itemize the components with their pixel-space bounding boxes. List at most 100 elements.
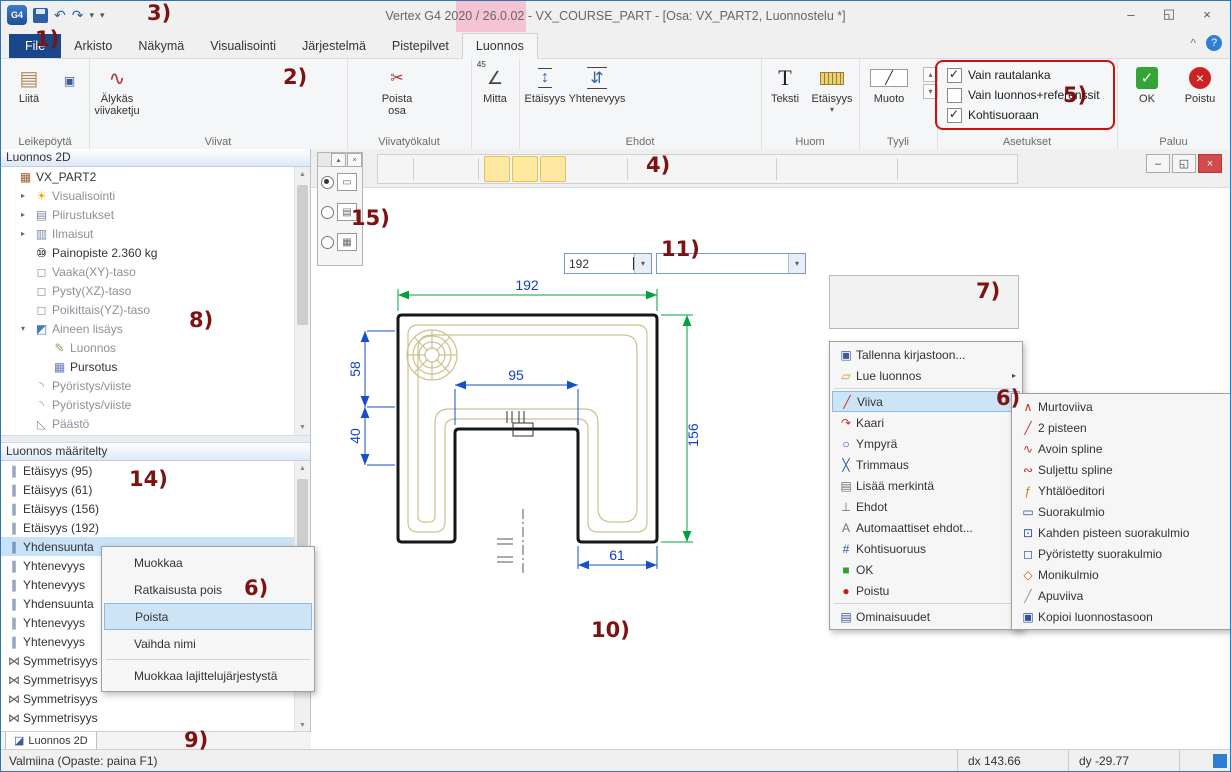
context-item-ratkaisusta-pois[interactable]: Ratkaisusta pois bbox=[104, 576, 312, 603]
help-icon[interactable]: ? bbox=[1206, 35, 1222, 51]
expand-arrow-icon[interactable]: ▸ bbox=[21, 191, 33, 200]
expand-arrow-icon[interactable]: ▸ bbox=[21, 210, 33, 219]
shape-button[interactable]: ╱ Muoto bbox=[861, 61, 917, 133]
menu-circle[interactable]: ○ Ympyrä ▸ bbox=[832, 433, 1020, 454]
redo-dropdown-icon[interactable]: ▾ bbox=[89, 10, 94, 21]
vertical-constraint-icon[interactable] bbox=[715, 85, 736, 104]
context-item-muokkaa[interactable]: Muokkaa bbox=[104, 549, 312, 576]
text-button[interactable]: T Teksti bbox=[763, 61, 807, 133]
text-frame-icon[interactable] bbox=[959, 156, 985, 182]
print-icon[interactable] bbox=[838, 156, 864, 182]
tab-luonnos[interactable]: Luonnos bbox=[462, 33, 538, 59]
scroll-thumb[interactable] bbox=[297, 185, 308, 325]
sketch-circle-mode-icon[interactable] bbox=[912, 278, 935, 300]
menu-constraints[interactable]: ⊥ Ehdot ▸ bbox=[832, 496, 1020, 517]
tack-left-icon[interactable] bbox=[715, 105, 736, 124]
equal-diameter-icon[interactable] bbox=[671, 105, 692, 124]
submenu-polygon[interactable]: ◇ Monikulmio bbox=[1014, 564, 1231, 585]
tree-item-luonnos[interactable]: ✎ Luonnos bbox=[1, 338, 310, 357]
redo-icon[interactable]: ↷ bbox=[72, 8, 84, 22]
part-outline[interactable] bbox=[398, 315, 657, 542]
concentric-constraint-icon[interactable] bbox=[715, 65, 736, 84]
equal-constraint-icon[interactable] bbox=[649, 85, 670, 104]
menu-add-annotation[interactable]: ▤ Lisää merkintä bbox=[832, 475, 1020, 496]
submenu-closed-spline[interactable]: ∾ Suljettu spline bbox=[1014, 459, 1231, 480]
exit-button[interactable]: × Poistu bbox=[1175, 61, 1225, 133]
snap-cursor-icon[interactable] bbox=[512, 156, 538, 182]
submenu-rounded-rectangle[interactable]: ◻ Pyöristetty suorakulmio bbox=[1014, 543, 1231, 564]
fillet-corner-icon[interactable] bbox=[425, 87, 446, 106]
submenu-polyline[interactable]: ∧ Murtoviiva bbox=[1014, 396, 1231, 417]
delete-dims-icon[interactable] bbox=[866, 156, 892, 182]
tab-jarjestelma[interactable]: Järjestelmä bbox=[289, 34, 379, 58]
two-point-circle-icon[interactable] bbox=[216, 105, 237, 124]
coincidence-button[interactable]: ⇵ Yhtenevyys bbox=[571, 61, 623, 133]
menu-line[interactable]: ╱ Viiva ▸ bbox=[832, 391, 1020, 412]
zoom-fit-icon[interactable] bbox=[419, 156, 445, 182]
view-mode-full-row[interactable]: ▭ bbox=[318, 167, 362, 197]
parallel-constraint-icon[interactable] bbox=[737, 85, 758, 104]
collapse-ribbon-icon[interactable]: ^ bbox=[1190, 36, 1196, 50]
tree-item-aineen-lisays[interactable]: ▾ ◩ Aineen lisäys bbox=[1, 319, 310, 338]
tree-scrollbar[interactable]: ▲ ▼ bbox=[294, 167, 310, 435]
submenu-copy-to-sketch-plane[interactable]: ▣ Kopioi luonnostasoon bbox=[1014, 606, 1231, 627]
context-item-vaihda-nimi[interactable]: Vaihda nimi bbox=[104, 630, 312, 657]
menu-load-sketch[interactable]: ▱ Lue luonnos ▸ bbox=[832, 365, 1020, 386]
menu-auto-constraints[interactable]: A Automaattiset ehdot... bbox=[832, 517, 1020, 538]
tab-visualisointi[interactable]: Visualisointi bbox=[197, 34, 289, 58]
sketch-dim-mode-icon[interactable] bbox=[834, 278, 857, 300]
submenu-two-point[interactable]: ╱ 2 pisteen bbox=[1014, 417, 1231, 438]
center-rectangle-icon[interactable] bbox=[216, 65, 237, 84]
doc-close-button[interactable]: × bbox=[1198, 154, 1222, 173]
ok-button[interactable]: ✓ OK bbox=[1123, 61, 1171, 133]
close-button[interactable]: × bbox=[1188, 1, 1226, 27]
pan-icon[interactable] bbox=[987, 156, 1013, 182]
ruler-icon[interactable] bbox=[447, 156, 473, 182]
distance-constraint-button[interactable]: ↕ Etäisyys bbox=[521, 61, 569, 133]
spline-icon[interactable] bbox=[170, 105, 191, 124]
snap-nearest-icon[interactable] bbox=[484, 156, 510, 182]
up-down-constraint-icon[interactable] bbox=[693, 105, 714, 124]
select-cursor-icon[interactable] bbox=[568, 156, 594, 182]
tangent-constraint-icon[interactable] bbox=[649, 65, 670, 84]
panel-collapse-icon[interactable]: ▴ bbox=[331, 153, 346, 167]
tree-item-ilmaisut[interactable]: ▸ ▥ Ilmaisut bbox=[1, 224, 310, 243]
ellipse-icon[interactable] bbox=[239, 85, 260, 104]
tree-item-visualisointi[interactable]: ▸ ☀ Visualisointi bbox=[1, 186, 310, 205]
tree-item-vx-part2[interactable]: ▦ VX_PART2 bbox=[1, 167, 310, 186]
tree-item-piirustukset[interactable]: ▸ ▤ Piirustukset bbox=[1, 205, 310, 224]
dim-bottom-label[interactable]: 61 bbox=[609, 547, 625, 563]
save-icon[interactable] bbox=[33, 8, 48, 23]
rectangle-icon[interactable] bbox=[170, 65, 191, 84]
submenu-two-point-rectangle[interactable]: ⊡ Kahden pisteen suorakulmio bbox=[1014, 522, 1231, 543]
circle-icon[interactable] bbox=[239, 65, 260, 84]
view-sheet-icon[interactable] bbox=[745, 156, 771, 182]
tree-item-pyoristys-viiste-2[interactable]: ◝ Pyöristys/viiste bbox=[1, 395, 310, 414]
swap-constraint-icon[interactable] bbox=[693, 85, 714, 104]
submenu-rectangle[interactable]: ▭ Suorakulmio bbox=[1014, 501, 1231, 522]
tab-luonnos-2d[interactable]: ◪ Luonnos 2D bbox=[5, 732, 97, 750]
menu-save-to-library[interactable]: ▣ Tallenna kirjastoon... bbox=[832, 344, 1020, 365]
wave-icon[interactable] bbox=[239, 105, 260, 124]
feature-list-icon[interactable] bbox=[782, 156, 808, 182]
angle-line-icon[interactable] bbox=[147, 105, 168, 124]
restore-button[interactable]: ◱ bbox=[1150, 1, 1188, 27]
copy-view-icon[interactable] bbox=[810, 156, 836, 182]
radio-unselected[interactable] bbox=[321, 236, 334, 249]
sketch-canvas[interactable]: 192 156 95 58 40 61 bbox=[347, 267, 867, 612]
sketch-settings-gear-icon[interactable] bbox=[834, 304, 858, 326]
tack-right-icon[interactable] bbox=[737, 105, 758, 124]
doc-restore-button[interactable]: ◱ bbox=[1172, 154, 1196, 173]
rhombus-constraint-icon[interactable] bbox=[693, 65, 714, 84]
undo-icon[interactable]: ↶ bbox=[54, 8, 66, 22]
dim-left-lower-label[interactable]: 40 bbox=[347, 428, 363, 444]
remove-segment-button[interactable]: ✂ Poista osa bbox=[373, 61, 421, 133]
sketch-line-mode-icon[interactable] bbox=[886, 278, 909, 300]
view-mode-grid-row[interactable]: ▦ bbox=[318, 227, 362, 257]
menu-properties[interactable]: ▤ Ominaisuudet bbox=[832, 606, 1020, 627]
context-item-muokkaa-lajittelujarjestysta[interactable]: Muokkaa lajittelujärjestystä bbox=[104, 662, 312, 689]
line-icon[interactable] bbox=[147, 65, 168, 84]
dim-right-label[interactable]: 156 bbox=[685, 423, 701, 447]
rounded-rectangle-icon[interactable] bbox=[193, 65, 214, 84]
menu-perpendicularity[interactable]: # Kohtisuoruus bbox=[832, 538, 1020, 559]
